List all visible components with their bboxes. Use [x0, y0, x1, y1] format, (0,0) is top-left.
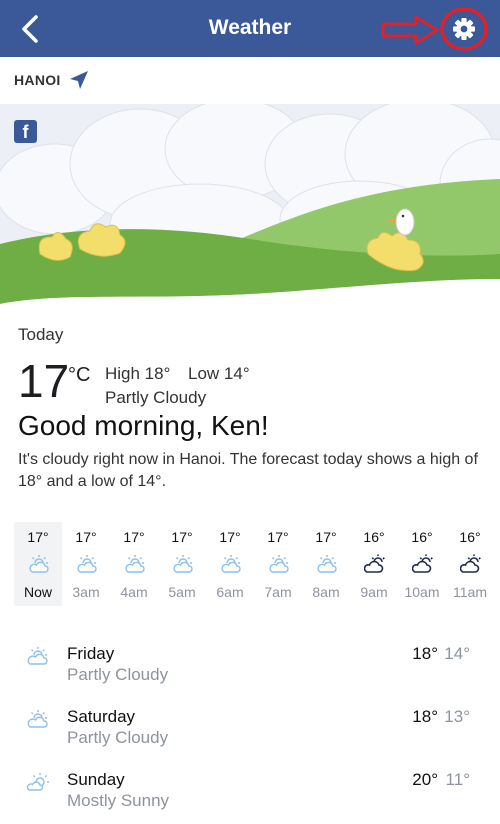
- hour-label: 6am: [216, 584, 244, 600]
- current-temperature: 17: [18, 355, 70, 407]
- partly-cloudy-icon: [29, 555, 49, 573]
- hour-item[interactable]: 16° 9am: [350, 522, 398, 606]
- gear-icon[interactable]: [438, 6, 490, 52]
- hour-temp: 17°: [123, 529, 145, 545]
- hour-item[interactable]: 17° 6am: [206, 522, 254, 606]
- hour-temp: 17°: [267, 529, 289, 545]
- hour-label: 5am: [168, 584, 196, 600]
- hour-item[interactable]: 17° 3am: [62, 522, 110, 606]
- hour-label: 7am: [264, 584, 292, 600]
- day-condition: Partly Cloudy: [67, 665, 169, 684]
- current-condition: Partly Cloudy: [105, 388, 207, 407]
- partly-cloudy-icon: [27, 647, 48, 665]
- cloudy-day-icon: [412, 554, 433, 573]
- partly-cloudy-icon: [269, 555, 289, 573]
- mostly-sunny-icon: [26, 773, 49, 791]
- weather-illustration: f: [0, 104, 500, 304]
- day-condition: Mostly Sunny: [67, 791, 170, 810]
- hour-temp: 16°: [459, 529, 481, 545]
- day-high: 20°: [412, 770, 438, 789]
- landscape-illustration: [0, 104, 500, 304]
- hour-temp: 16°: [363, 529, 385, 545]
- hour-label: 8am: [312, 584, 340, 600]
- location-name: HANOI: [14, 72, 61, 88]
- day-low: 11°: [445, 770, 470, 789]
- hour-item[interactable]: 17° 4am: [110, 522, 158, 606]
- location-bar[interactable]: HANOI: [0, 57, 500, 105]
- day-condition: Partly Cloudy: [67, 728, 169, 747]
- hour-item[interactable]: 17° 5am: [158, 522, 206, 606]
- hour-temp: 17°: [75, 529, 97, 545]
- partly-cloudy-icon: [173, 555, 193, 573]
- today-low: Low 14°: [188, 364, 250, 383]
- day-name: Saturday: [67, 707, 136, 726]
- partly-cloudy-icon: [125, 555, 145, 573]
- partly-cloudy-icon: [77, 555, 97, 573]
- hour-item[interactable]: 17° 8am: [302, 522, 350, 606]
- facebook-logo-icon: f: [14, 120, 37, 143]
- hour-label: Now: [23, 584, 52, 600]
- day-name: Sunday: [67, 770, 125, 789]
- day-low: 13°: [444, 707, 470, 726]
- annotation-arrow-icon: [381, 15, 439, 45]
- forecast-summary: It's cloudy right now in Hanoi. The fore…: [18, 451, 478, 490]
- hour-item[interactable]: 16° 10am: [398, 522, 446, 606]
- hour-temp: 17°: [27, 529, 49, 545]
- cloudy-day-icon: [460, 554, 481, 573]
- temperature-unit: °C: [68, 364, 91, 386]
- hour-label: 3am: [72, 584, 100, 600]
- partly-cloudy-icon: [221, 555, 241, 573]
- partly-cloudy-icon: [27, 710, 48, 728]
- hour-label: 10am: [404, 584, 440, 600]
- partly-cloudy-icon: [317, 555, 337, 573]
- hour-temp: 17°: [219, 529, 241, 545]
- cloudy-day-icon: [364, 554, 385, 573]
- day-high: 18°: [412, 644, 438, 663]
- today-high: High 18°: [105, 364, 171, 383]
- hour-item[interactable]: 17° 7am: [254, 522, 302, 606]
- hour-temp: 17°: [171, 529, 193, 545]
- today-label: Today: [18, 325, 64, 344]
- greeting: Good morning, Ken!: [18, 410, 269, 441]
- top-bar: Weather: [0, 0, 500, 57]
- day-name: Friday: [67, 644, 115, 663]
- hour-label: 9am: [360, 584, 388, 600]
- daily-forecast-row[interactable]: Sunday Mostly Sunny 20° 11°: [0, 768, 500, 824]
- day-low: 14°: [444, 644, 470, 663]
- hour-temp: 16°: [411, 529, 433, 545]
- day-high: 18°: [412, 707, 438, 726]
- location-arrow-icon: [70, 71, 88, 89]
- hour-label: 4am: [120, 584, 148, 600]
- daily-forecast-row[interactable]: Friday Partly Cloudy 18° 14°: [0, 642, 500, 698]
- hour-item[interactable]: 17° Now: [14, 522, 62, 606]
- hour-label: 11am: [453, 584, 487, 600]
- hour-temp: 17°: [315, 529, 337, 545]
- daily-forecast-row[interactable]: Saturday Partly Cloudy 18° 13°: [0, 705, 500, 761]
- hourly-forecast[interactable]: 17° Now 17° 3am 17° 4am 17° 5am 17° 6am …: [14, 522, 500, 606]
- hour-item[interactable]: 16° 11am: [446, 522, 494, 606]
